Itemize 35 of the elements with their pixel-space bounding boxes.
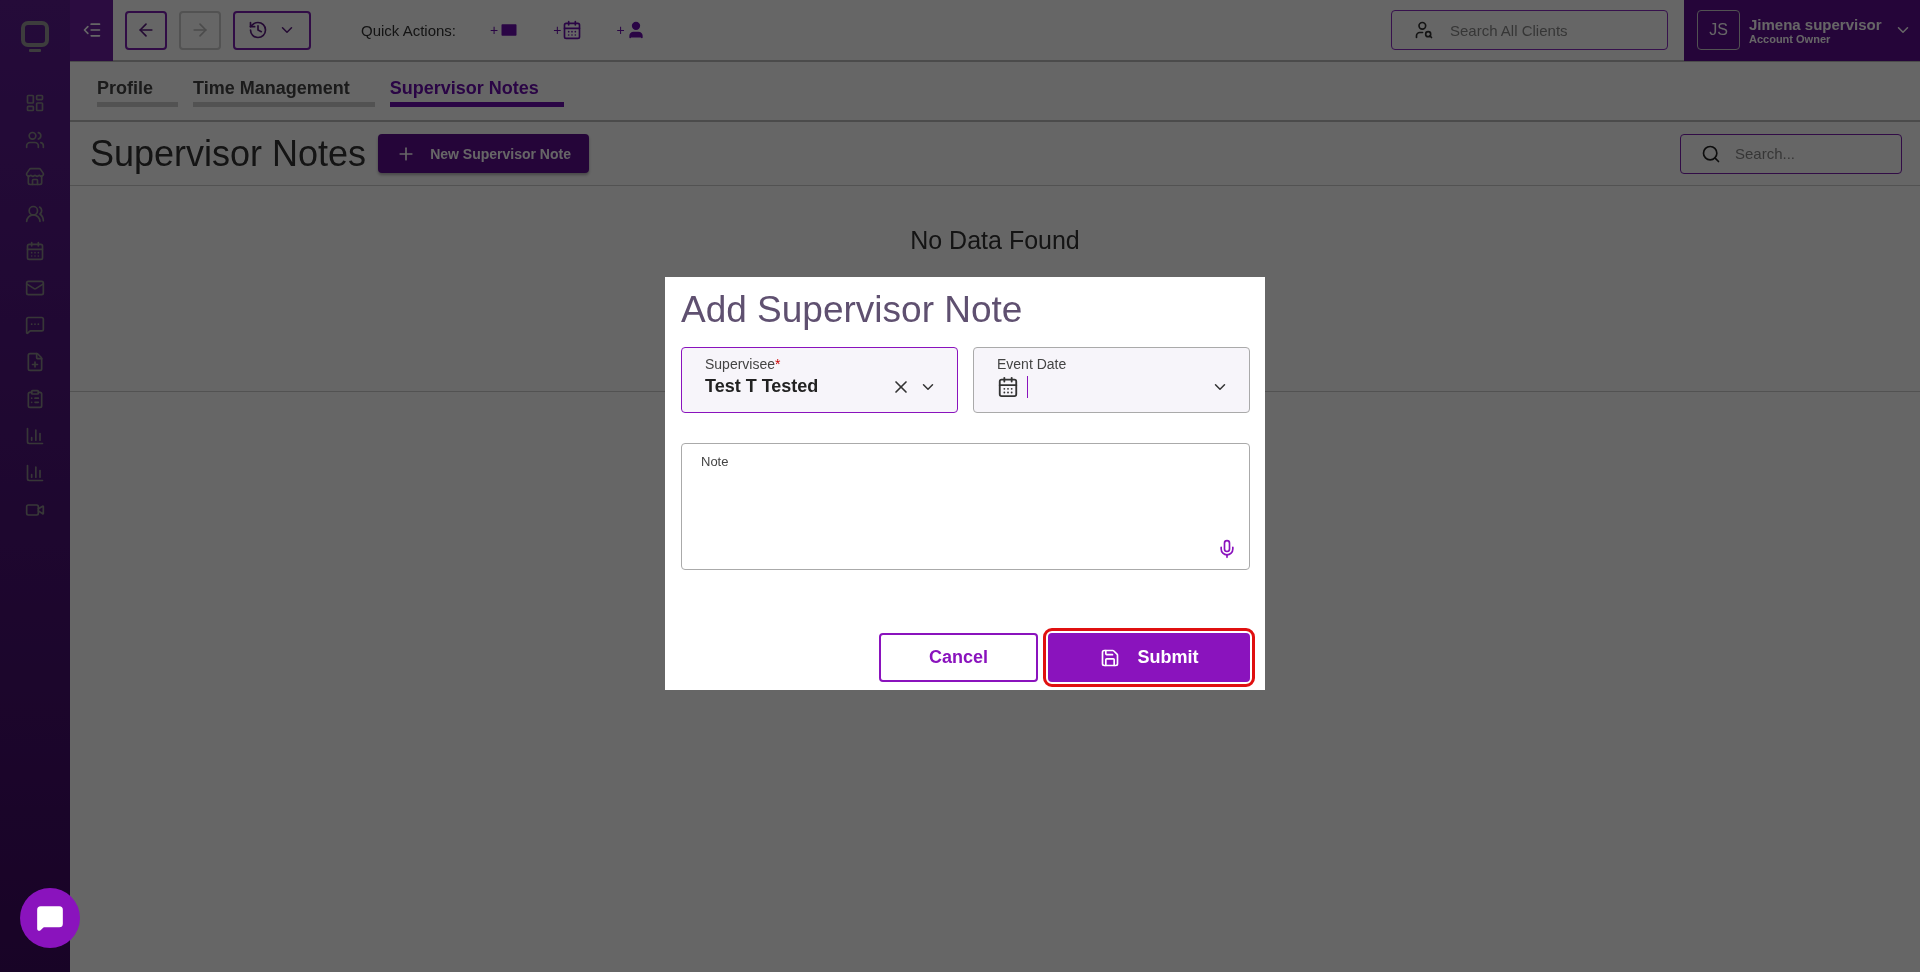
calendar-icon (997, 376, 1019, 398)
cancel-button[interactable]: Cancel (879, 633, 1038, 682)
tab[interactable]: Profile (97, 78, 178, 107)
calendar-icon (562, 20, 583, 40)
field-label: Event Date (997, 356, 1068, 372)
user-menu[interactable]: JS Jimena supervisor Account Owner (1684, 0, 1920, 61)
quick-actions-label: Quick Actions: (361, 21, 457, 39)
page-title: Supervisor Notes (90, 132, 367, 175)
history-icon (248, 20, 268, 40)
quick-action-button[interactable]: + (553, 20, 583, 40)
date-field[interactable]: Event Date (973, 347, 1250, 413)
new-note-button[interactable]: New Supervisor Note (378, 134, 589, 173)
microphone-icon[interactable] (1217, 539, 1237, 559)
menu-icon (81, 20, 102, 40)
user-role: Account Owner (1749, 32, 1831, 45)
quick-action-button[interactable]: + (616, 20, 646, 40)
field-label: Note (701, 454, 730, 469)
person-search-icon (1414, 20, 1434, 40)
avatar: JS (1697, 10, 1740, 50)
quick-action-button[interactable]: + (490, 20, 520, 40)
back-button[interactable] (125, 10, 167, 50)
search-icon (1701, 143, 1721, 164)
logo-icon (20, 20, 50, 54)
dialog-title: Add Supervisor Note (681, 289, 1024, 331)
speech-bubble-icon (36, 904, 64, 932)
menu-toggle-button[interactable] (70, 0, 113, 61)
note-field[interactable]: Note (681, 443, 1250, 570)
save-icon (1099, 647, 1120, 668)
supervisee-field[interactable]: Supervisee* Test T Tested (681, 347, 958, 413)
field-label: Supervisee* (705, 356, 782, 372)
user-name: Jimena supervisor (1749, 15, 1882, 33)
empty-message: No Data Found (910, 226, 1080, 254)
tab[interactable]: Supervisor Notes (389, 78, 564, 107)
history-button[interactable] (233, 10, 311, 50)
tab[interactable]: Time Management (193, 78, 375, 107)
